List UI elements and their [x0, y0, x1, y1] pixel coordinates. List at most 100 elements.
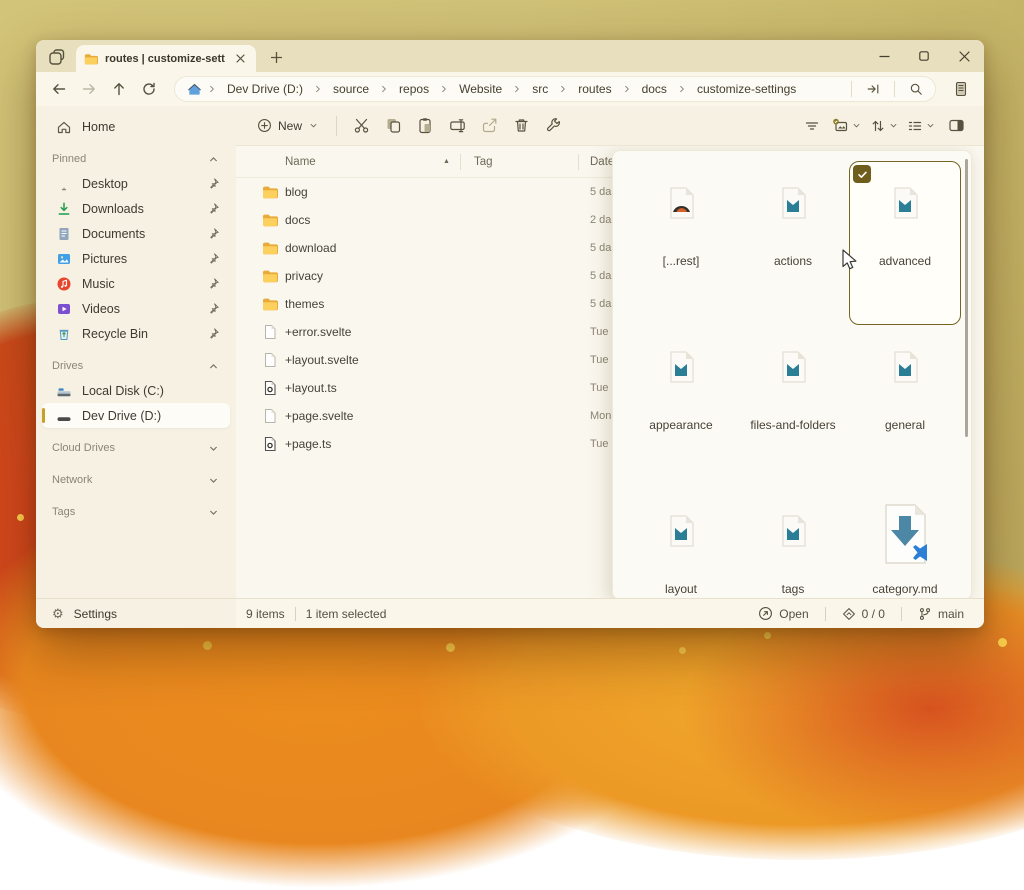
search-icon[interactable]	[903, 78, 929, 100]
music-icon	[56, 276, 72, 292]
breadcrumb-segment[interactable]: customize-settings	[692, 80, 801, 98]
tab-close-icon[interactable]	[232, 51, 248, 67]
grid-item-advanced-selected[interactable]: advanced	[849, 161, 961, 325]
chevron-down-icon[interactable]	[207, 506, 220, 519]
typescript-file-icon	[262, 436, 278, 452]
minimize-button[interactable]	[864, 40, 904, 72]
file-row-layout-ts[interactable]: +layout.ts Tue	[236, 374, 636, 402]
view-button[interactable]	[903, 112, 940, 140]
column-divider[interactable]	[578, 154, 579, 170]
pin-icon[interactable]	[207, 277, 220, 290]
chevron-up-icon[interactable]	[207, 153, 220, 166]
grid-item-general[interactable]: general	[849, 325, 961, 489]
breadcrumb-segment[interactable]: Dev Drive (D:)	[222, 80, 308, 98]
up-button[interactable]	[104, 76, 134, 102]
git-sync-status[interactable]: 0 / 0	[836, 604, 891, 624]
sidebar-item-home[interactable]: Home	[42, 114, 230, 139]
grid-item-actions[interactable]: actions	[737, 161, 849, 325]
chevron-down-icon[interactable]	[207, 442, 220, 455]
breadcrumb-bar[interactable]: Dev Drive (D:) source repos Website src …	[174, 76, 936, 102]
breadcrumb-segment[interactable]: source	[328, 80, 374, 98]
section-cloud-drives[interactable]: Cloud Drives	[36, 436, 236, 460]
grid-item-appearance[interactable]: appearance	[625, 325, 737, 489]
maximize-button[interactable]	[904, 40, 944, 72]
cut-button[interactable]	[346, 112, 376, 140]
breadcrumb-segment[interactable]: routes	[573, 80, 616, 98]
pin-icon[interactable]	[207, 177, 220, 190]
drive-widget-icon[interactable]	[948, 77, 974, 101]
section-pinned[interactable]: Pinned	[36, 147, 236, 171]
paste-button[interactable]	[410, 112, 440, 140]
forward-button[interactable]	[74, 76, 104, 102]
grid-item-tags[interactable]: tags	[737, 489, 849, 598]
sort-button[interactable]	[866, 112, 903, 140]
scrollbar[interactable]	[965, 159, 968, 437]
file-row-docs[interactable]: docs 2 da	[236, 206, 636, 234]
pin-icon[interactable]	[207, 302, 220, 315]
column-header-name[interactable]: Name	[285, 156, 316, 168]
sidebar-item-desktop[interactable]: Desktop	[42, 171, 230, 196]
file-row-blog[interactable]: blog 5 da	[236, 178, 636, 206]
grid-item-files-and-folders[interactable]: files-and-folders	[737, 325, 849, 489]
settings-button[interactable]: ⚙ Settings	[36, 598, 236, 628]
file-row-themes[interactable]: themes 5 da	[236, 290, 636, 318]
pin-icon[interactable]	[207, 202, 220, 215]
column-header-date[interactable]: Date	[590, 156, 614, 168]
sidebar-item-videos[interactable]: Videos	[42, 296, 230, 321]
back-button[interactable]	[44, 76, 74, 102]
home-icon[interactable]	[187, 82, 202, 97]
tab-routes-customize-settings[interactable]: routes | customize-settings	[76, 45, 256, 72]
chevron-down-icon	[925, 120, 936, 131]
sidebar-item-dev-drive-d[interactable]: Dev Drive (D:)	[42, 403, 230, 428]
copy-button[interactable]	[378, 112, 408, 140]
file-row-privacy[interactable]: privacy 5 da	[236, 262, 636, 290]
file-row-layout-svelte[interactable]: +layout.svelte Tue	[236, 346, 636, 374]
file-row-page-ts[interactable]: +page.ts Tue	[236, 430, 636, 458]
preview-pane-button[interactable]	[941, 112, 971, 140]
pin-icon[interactable]	[207, 227, 220, 240]
chevron-down-icon[interactable]	[207, 474, 220, 487]
sidebar-item-local-disk-c[interactable]: Local Disk (C:)	[42, 378, 230, 403]
sidebar-item-downloads[interactable]: Downloads	[42, 196, 230, 221]
git-branch-button[interactable]: main	[912, 604, 970, 624]
grid-item-rest[interactable]: [...rest]	[625, 161, 737, 325]
refresh-button[interactable]	[134, 76, 164, 102]
sort-ascending-icon: ▲	[443, 158, 450, 165]
section-tags[interactable]: Tags	[36, 500, 236, 524]
breadcrumb-segment[interactable]: repos	[394, 80, 434, 98]
sidebar-item-recycle-bin[interactable]: Recycle Bin	[42, 321, 230, 346]
sidebar-item-pictures[interactable]: Pictures	[42, 246, 230, 271]
filter-button[interactable]	[797, 112, 827, 140]
new-tab-button[interactable]	[264, 45, 288, 69]
column-divider[interactable]	[460, 154, 461, 170]
pin-icon[interactable]	[207, 252, 220, 265]
file-row-download[interactable]: download 5 da	[236, 234, 636, 262]
sidebar-item-documents[interactable]: Documents	[42, 221, 230, 246]
column-header-tag[interactable]: Tag	[474, 156, 493, 168]
close-button[interactable]	[944, 40, 984, 72]
section-drives[interactable]: Drives	[36, 354, 236, 378]
file-row-page-svelte[interactable]: +page.svelte Mon	[236, 402, 636, 430]
chevron-right-icon	[438, 83, 450, 95]
file-row-error-svelte[interactable]: +error.svelte Tue	[236, 318, 636, 346]
pictures-icon	[56, 251, 72, 267]
expand-address-icon[interactable]	[860, 78, 886, 100]
breadcrumb-segment[interactable]: src	[527, 80, 553, 98]
checkbox-checked-icon[interactable]	[853, 165, 871, 183]
grid-item-layout[interactable]: layout	[625, 489, 737, 598]
delete-button[interactable]	[506, 112, 536, 140]
rename-button[interactable]	[442, 112, 472, 140]
group-by-button[interactable]	[828, 112, 866, 140]
open-button[interactable]: Open	[752, 603, 814, 624]
new-button[interactable]: New	[248, 113, 328, 138]
properties-button[interactable]	[538, 112, 568, 140]
folder-icon	[262, 296, 278, 312]
grid-item-category-md[interactable]: category.md	[849, 489, 961, 598]
pin-icon[interactable]	[207, 327, 220, 340]
share-button[interactable]	[474, 112, 504, 140]
breadcrumb-segment[interactable]: Website	[454, 80, 507, 98]
sidebar-item-music[interactable]: Music	[42, 271, 230, 296]
section-network[interactable]: Network	[36, 468, 236, 492]
breadcrumb-segment[interactable]: docs	[637, 80, 672, 98]
chevron-up-icon[interactable]	[207, 360, 220, 373]
